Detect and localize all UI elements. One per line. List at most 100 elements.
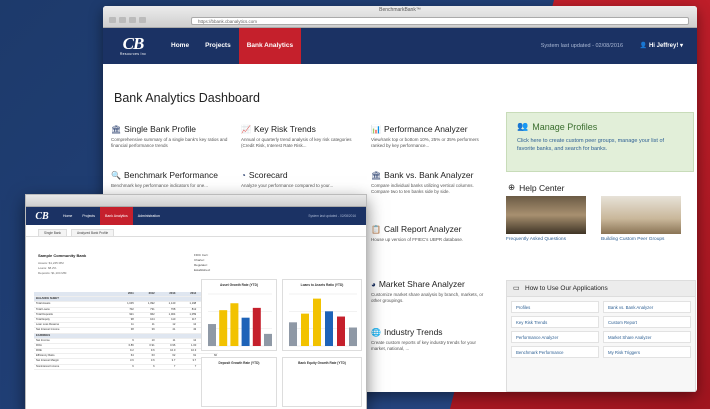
- cell-value: 0.96: [170, 343, 176, 347]
- cell-value: 1,140: [168, 302, 176, 306]
- cell-value: 11: [151, 323, 155, 327]
- how-to-title: How to Use Our Applications: [525, 285, 608, 292]
- tool-call-report-analyzer[interactable]: 📋 Call Report Analyzer House up version o…: [371, 224, 491, 243]
- user-menu[interactable]: 👤 Hi Jeffrey! ▾: [640, 28, 683, 64]
- chart-asset-growth: Asset Growth Rate (YTD): [201, 279, 277, 351]
- cell-value: 1,198: [189, 302, 197, 306]
- cell-value: 731: [150, 307, 155, 311]
- tool-key-risk-trends[interactable]: 📈 Key Risk Trends Annual or quarterly tre…: [241, 124, 361, 149]
- bank-icon: 🏛: [111, 124, 122, 134]
- tool-industry-trends[interactable]: 🌐 Industry Trends Create custom reports o…: [371, 327, 491, 352]
- how-to-link[interactable]: Performance Analyzer: [511, 331, 599, 343]
- tool-desc: Comprehensive summary of a single bank's…: [111, 137, 228, 148]
- cell-value: 1,045: [127, 302, 134, 306]
- secondary-nav-bank-analytics[interactable]: Bank Analytics: [100, 207, 133, 225]
- cell-value: 6: [153, 364, 155, 368]
- tool-bank-vs-bank[interactable]: 🏛 Bank vs. Bank Analyzer Compare individu…: [371, 170, 491, 195]
- main-nav: Home Projects Bank Analytics: [163, 28, 302, 64]
- tab-single-bank[interactable]: Single Bank: [38, 229, 68, 236]
- cell-value: 61: [193, 354, 197, 358]
- bank-meta: Deposits: $1,104 MM: [38, 271, 67, 275]
- home-button[interactable]: [139, 17, 146, 23]
- how-to-link[interactable]: Custom Report: [603, 316, 691, 328]
- how-to-link[interactable]: My Risk Triggers: [603, 346, 691, 358]
- reload-button[interactable]: [129, 17, 136, 23]
- chart-bar: [208, 324, 216, 346]
- nav-home[interactable]: Home: [163, 28, 197, 64]
- nav-bank-analytics[interactable]: Bank Analytics: [238, 28, 302, 64]
- help-link-faq[interactable]: Frequently Asked Questions: [506, 237, 596, 243]
- cell-value: 10.0: [170, 349, 176, 353]
- cell-value: [156, 297, 177, 301]
- row-label: Efficiency Ratio: [36, 354, 55, 358]
- help-link-peer-groups[interactable]: Building Custom Peer Groups: [601, 237, 681, 243]
- cell-value: [114, 297, 135, 301]
- secondary-nav-projects[interactable]: Projects: [77, 207, 100, 225]
- cell-value: 0.86: [128, 343, 134, 347]
- manage-profiles-panel[interactable]: 👥 Manage Profiles Click here to create cu…: [506, 112, 694, 172]
- bank-info: FDIC Cert: Charter: Regulator: Establish…: [194, 253, 210, 273]
- how-to-panel: ▭ How to Use Our Applications Profiles Ba…: [506, 280, 696, 392]
- cell-value: [156, 334, 177, 338]
- cb-logo[interactable]: CB Resources Inc: [103, 28, 163, 64]
- cell-value: 64: [130, 354, 134, 358]
- cell-value: 7: [173, 364, 176, 368]
- manage-title: Manage Profiles: [532, 121, 598, 132]
- how-to-link[interactable]: Bank vs. Bank Analyzer: [603, 301, 691, 313]
- forward-button[interactable]: [119, 17, 126, 23]
- globe-icon: 🌐: [371, 327, 381, 337]
- cell-value: 3.6: [150, 359, 155, 363]
- tool-benchmark-performance[interactable]: 🔍 Benchmark Performance Benchmark key per…: [111, 170, 231, 189]
- how-to-link[interactable]: Profiles: [511, 301, 599, 313]
- back-button[interactable]: [109, 17, 116, 23]
- secondary-nav-home[interactable]: Home: [58, 207, 77, 225]
- cell-value: 63: [151, 354, 155, 358]
- tool-title: Market Share Analyzer: [378, 279, 465, 289]
- how-to-grid: Profiles Bank vs. Bank Analyzer Key Risk…: [507, 297, 695, 362]
- bank-meta: Loans: 68.2%: [38, 266, 57, 270]
- nav-projects[interactable]: Projects: [197, 28, 239, 64]
- manage-desc: Click here to create custom peer groups,…: [517, 138, 665, 152]
- address-bar[interactable]: https://bbank.cbanalytics.com: [191, 17, 689, 25]
- tool-performance-analyzer[interactable]: 📊 Performance Analyzer View/rank top or b…: [371, 124, 491, 149]
- window-title: BenchmarkBank™: [379, 7, 421, 13]
- chart-bar: [264, 333, 272, 346]
- cell-value: 10.3: [190, 349, 197, 353]
- bank-name: Sample Community Bank: [38, 253, 87, 258]
- cell-value: 11: [172, 338, 176, 342]
- scorecard-icon: ◔: [241, 170, 246, 180]
- chart-svg: [289, 293, 357, 347]
- chart-bar: [252, 307, 261, 346]
- custom-peer-photo[interactable]: [601, 196, 681, 234]
- tool-title: Benchmark Performance: [123, 170, 218, 180]
- row-label: [34, 292, 114, 296]
- row-label: Net Interest Income: [36, 328, 60, 332]
- logo-subtitle: Resources Inc: [119, 52, 147, 56]
- secondary-nav-administration[interactable]: Administration: [133, 207, 165, 225]
- cell-value: 1,004: [168, 312, 176, 316]
- how-to-link[interactable]: Benchmark Performance: [511, 346, 599, 358]
- faq-photo[interactable]: [506, 196, 586, 234]
- cell-value: 3.7: [171, 359, 176, 363]
- how-to-header: ▭ How to Use Our Applications: [507, 281, 695, 297]
- secondary-logo[interactable]: CB: [26, 211, 58, 222]
- chart-loans-to-assets: Loans to Assets Ratio (YTD): [282, 279, 362, 351]
- help-title: Help Center: [519, 182, 565, 193]
- tool-single-bank-profile[interactable]: 🏛 Single Bank Profile Comprehensive summa…: [111, 124, 231, 149]
- cell-value: [176, 297, 197, 301]
- cell-value: 43: [193, 328, 197, 332]
- how-to-link[interactable]: Key Risk Trends: [511, 316, 599, 328]
- tool-market-share-analyzer[interactable]: ◕ Market Share Analyzer Customize market …: [371, 279, 491, 304]
- chart-bar: [289, 322, 297, 346]
- chart-bar: [325, 311, 333, 346]
- row-label: EARNINGS: [36, 333, 51, 337]
- row-label: Noninterest Income: [36, 364, 60, 368]
- how-to-link[interactable]: Market Share Analyzer: [603, 331, 691, 343]
- tab-bank-profile[interactable]: Analyzed Bank Profile: [71, 229, 115, 236]
- cell-value: 702: [129, 307, 134, 311]
- tool-scorecard[interactable]: ◔ Scorecard Analyze your performance comp…: [241, 170, 361, 189]
- cell-value: 38: [130, 328, 134, 332]
- row-label: ROE: [36, 349, 42, 353]
- cell-value: 0.91: [149, 343, 155, 347]
- monitor-icon: ▭: [513, 285, 520, 292]
